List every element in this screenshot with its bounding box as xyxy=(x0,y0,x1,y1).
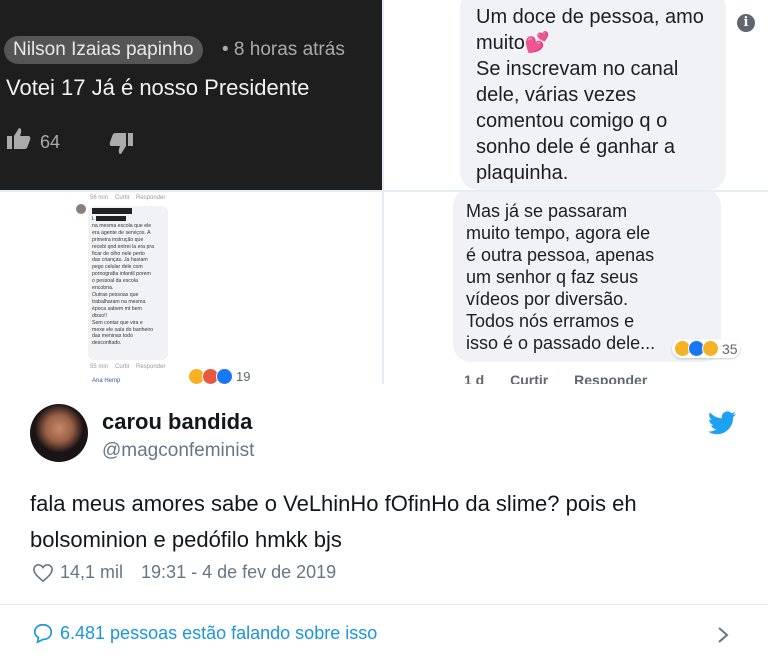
comment-actions: 1 d Curtir Responder xyxy=(464,372,669,384)
tweet-timestamp[interactable]: 19:31 - 4 de fev de 2019 xyxy=(141,562,336,583)
comment-time: 56 min xyxy=(90,195,109,201)
thumbs-down-icon[interactable] xyxy=(108,132,134,156)
speech-bubble-icon xyxy=(33,623,53,644)
twitter-bird-icon[interactable] xyxy=(708,411,736,435)
wow-reaction-icon xyxy=(702,340,719,357)
screenshot-collage: Nilson Izaias papinho • 8 horas atrás Vo… xyxy=(0,0,768,384)
comment-text: L trabalhei na mesma escola que ele era … xyxy=(92,216,154,347)
reactions[interactable]: 35 xyxy=(672,339,740,358)
comment-text: Um doce de pessoa, amo muito💕 Se inscrev… xyxy=(476,6,704,184)
comment-text: Votei 17 Já é nosso Presidente xyxy=(6,75,310,100)
heart-icon[interactable] xyxy=(32,563,54,583)
reply-link[interactable]: Responder xyxy=(574,372,647,384)
like-link[interactable]: Curtir xyxy=(115,364,130,370)
divider xyxy=(0,604,768,605)
next-comment-author[interactable]: Ana Hemp xyxy=(92,378,120,384)
reply-link[interactable]: Responder xyxy=(136,195,165,201)
comment-author[interactable]: Nilson Izaias papinho xyxy=(4,36,203,64)
reaction-count: 19 xyxy=(236,369,251,384)
redacted-text xyxy=(96,216,126,221)
tweet-stats: 14,1 mil 19:31 - 4 de fev de 2019 xyxy=(32,562,336,583)
reactions[interactable]: 19 xyxy=(188,368,250,384)
avatar[interactable] xyxy=(30,404,88,462)
info-icon[interactable]: i xyxy=(737,14,755,32)
comment-time: • 8 horas atrás xyxy=(222,39,345,60)
like-reaction-icon xyxy=(216,368,233,384)
conversation-count: 6.481 pessoas estão falando sobre isso xyxy=(60,622,378,643)
redacted-name xyxy=(92,208,132,214)
display-name[interactable]: carou bandida xyxy=(102,409,252,435)
youtube-comment: Nilson Izaias papinho • 8 horas atrás Vo… xyxy=(0,0,382,190)
facebook-comment-top: Um doce de pessoa, amo muito💕 Se inscrev… xyxy=(384,0,768,190)
thumbs-up-icon[interactable] xyxy=(6,126,32,150)
comment-time: 55 min xyxy=(90,364,109,370)
chevron-right-icon[interactable] xyxy=(717,626,729,644)
like-link[interactable]: Curtir xyxy=(115,195,130,201)
like-count: 64 xyxy=(40,132,61,152)
facebook-comment-small: 56 min Curtir Responder L trabalhei na m… xyxy=(0,192,382,384)
reply-link[interactable]: Responder xyxy=(136,364,165,370)
conversation-link[interactable]: 6.481 pessoas estão falando sobre isso xyxy=(32,622,377,644)
comment-time: 1 d xyxy=(464,372,485,384)
user-handle[interactable]: @magconfeminist xyxy=(102,440,254,462)
reaction-count: 35 xyxy=(722,340,738,357)
tweet-text: fala meus amores sabe o VeLhinHo fOfinHo… xyxy=(30,491,637,552)
like-count: 14,1 mil xyxy=(60,562,124,582)
like-link[interactable]: Curtir xyxy=(510,372,548,384)
comment-text: Mas já se passaram muito tempo, agora el… xyxy=(466,201,656,353)
facebook-comment-bottom: Mas já se passaram muito tempo, agora el… xyxy=(384,192,768,384)
avatar xyxy=(76,204,86,214)
